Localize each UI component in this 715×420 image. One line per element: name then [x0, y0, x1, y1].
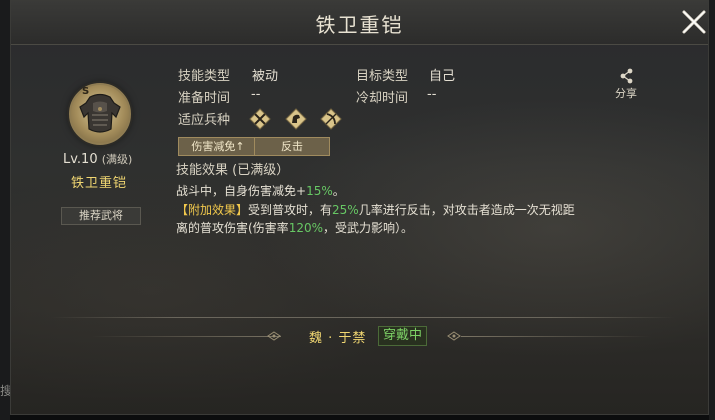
close-icon [682, 10, 706, 34]
share-label: 分享 [615, 87, 637, 100]
cooldown-value: -- [427, 87, 437, 102]
extra-effect-tag: 【附加效果】 [176, 203, 249, 217]
footer-line-left [91, 336, 281, 337]
effect-line-1-end: 。 [332, 184, 345, 198]
target-type-value: 自己 [429, 69, 456, 84]
level-max-note: (满级) [101, 153, 133, 166]
effect-line-3-text: 离的普攻伤害(伤害率 [176, 221, 289, 235]
target-type-label: 目标类型 [356, 69, 409, 84]
tag-damage-reduction[interactable]: 伤害减免↑ [178, 137, 258, 156]
footer-line-right [461, 336, 651, 337]
counter-chance-value: 25% [332, 203, 359, 217]
right-edge-strip [709, 0, 715, 420]
effect-line-1-text: 战斗中，自身伤害减免+ [176, 184, 307, 198]
archer-icon [320, 108, 342, 130]
damage-rate-value: 120% [288, 221, 323, 235]
footer-divider [51, 317, 675, 318]
prepare-time-label: 准备时间 [178, 91, 231, 106]
effect-line-3: 离的普攻伤害(伤害率120%，受武力影响）。 [176, 219, 413, 236]
close-button[interactable] [679, 7, 708, 37]
wearer-name: 魏 · 于禁 [309, 331, 367, 346]
effect-line-1: 战斗中，自身伤害减免+15%。 [176, 182, 345, 199]
skill-name: 铁卫重铠 [71, 176, 128, 191]
skill-type-value: 被动 [252, 69, 279, 84]
cooldown-label: 冷却时间 [356, 91, 409, 106]
armor-icon [79, 93, 121, 133]
share-button[interactable]: 分享 [611, 67, 641, 101]
horse-icon [285, 108, 307, 130]
panel-title: 铁卫重铠 [315, 13, 404, 37]
left-edge-strip [0, 0, 10, 420]
prepare-time-value: -- [251, 87, 261, 102]
effect-title: 技能效果 (已满级） [176, 163, 290, 178]
left-ornament-icon [267, 331, 281, 341]
effect-line-2-text: 受到普攻时，有 [248, 203, 333, 217]
tag-counterattack[interactable]: 反击 [254, 137, 330, 156]
skill-detail-panel: 铁卫重铠 S Lv.10 (满级) 铁卫重铠 推荐武将 技能类型 被动 目标类型… [10, 0, 709, 415]
share-icon [620, 68, 633, 84]
effect-line-2: 【附加效果】受到普攻时，有25%几率进行反击，对攻击者造成一次无视距 [176, 201, 575, 218]
skill-type-label: 技能类型 [178, 69, 231, 84]
effect-line-3-end: ，受武力影响）。 [323, 221, 414, 235]
level-value: Lv.10 [63, 152, 98, 167]
unit-type-label: 适应兵种 [178, 113, 231, 128]
cavalry-icon [249, 108, 271, 130]
effect-line-2-end: 几率进行反击，对攻击者造成一次无视距 [358, 203, 575, 217]
skill-level: Lv.10 (满级) [63, 151, 132, 167]
damage-reduction-value: 15% [306, 184, 333, 198]
right-ornament-icon [447, 331, 461, 341]
wearing-status-badge: 穿戴中 [378, 326, 428, 346]
skill-avatar: S [69, 83, 131, 145]
recommend-generals-button[interactable]: 推荐武将 [61, 207, 141, 225]
